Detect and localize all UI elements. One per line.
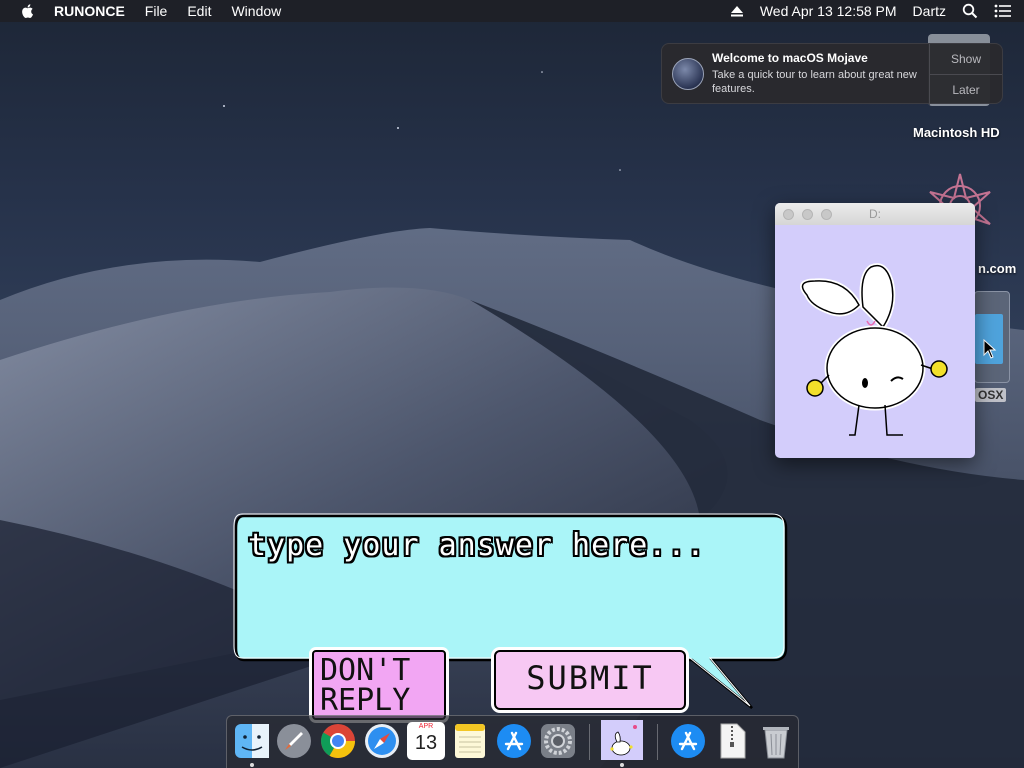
app-store-icon[interactable]	[495, 722, 533, 760]
calendar-day: 13	[414, 732, 438, 754]
osx-folder-label[interactable]: OSX	[975, 388, 1007, 402]
safari-icon[interactable]	[363, 722, 401, 760]
dock-separator	[589, 724, 590, 760]
window-title: D:	[869, 207, 881, 221]
menu-bar-extras: Wed Apr 13 12:58 PM Dartz	[730, 0, 1012, 22]
show-button[interactable]: Show	[930, 44, 1002, 75]
mojave-icon	[672, 58, 704, 90]
clock[interactable]: Wed Apr 13 12:58 PM	[760, 3, 897, 19]
mouse-cursor-icon	[983, 339, 997, 359]
notes-icon[interactable]	[451, 722, 489, 760]
notification-title: Welcome to macOS Mojave	[712, 51, 868, 65]
menu-file[interactable]: File	[145, 3, 168, 19]
later-button[interactable]: Later	[930, 75, 1002, 105]
apple-menu-icon[interactable]	[20, 3, 36, 19]
calendar-icon[interactable]: APR 13	[407, 722, 445, 760]
menu-bar: RUNONCE File Edit Window Wed Apr 13 12:5…	[0, 0, 1024, 22]
menu-window[interactable]: Window	[231, 3, 281, 19]
applications-folder-icon[interactable]	[669, 722, 707, 760]
spotlight-search-icon[interactable]	[962, 3, 978, 19]
mojave-welcome-notification[interactable]: Welcome to macOS Mojave Take a quick tou…	[661, 43, 1003, 105]
calendar-month: APR	[418, 723, 434, 730]
finder-running-indicator	[250, 763, 254, 767]
bunny-character-icon	[800, 263, 948, 436]
dont-reply-button[interactable]: DON'T REPLY	[312, 650, 446, 720]
runonce-running-indicator	[620, 763, 624, 767]
macintosh-hd-label[interactable]: Macintosh HD	[913, 125, 1000, 140]
website-file-label[interactable]: n.com	[978, 261, 1016, 276]
system-preferences-icon[interactable]	[539, 722, 577, 760]
notification-actions: Show Later	[929, 44, 1002, 105]
zip-archive-icon[interactable]	[713, 722, 751, 760]
notification-center-icon[interactable]	[994, 4, 1012, 18]
d-window[interactable]: D:	[775, 203, 975, 458]
user-menu[interactable]: Dartz	[913, 3, 946, 19]
finder-icon[interactable]	[233, 722, 271, 760]
osx-folder-icon[interactable]	[974, 291, 1010, 383]
dock: APR 13	[226, 715, 799, 768]
window-titlebar[interactable]: D:	[775, 203, 975, 225]
app-name-menu[interactable]: RUNONCE	[54, 3, 125, 19]
eject-icon[interactable]	[730, 4, 744, 18]
notification-body: Take a quick tour to learn about great n…	[712, 69, 917, 95]
answer-input[interactable]: type your answer here...	[248, 528, 705, 563]
dock-separator	[657, 724, 658, 760]
launchpad-icon[interactable]	[275, 722, 313, 760]
submit-button[interactable]: SUBMIT	[494, 650, 686, 710]
trash-icon[interactable]	[757, 722, 795, 760]
menu-edit[interactable]: Edit	[187, 3, 211, 19]
runonce-app-icon[interactable]	[601, 720, 643, 760]
chrome-icon[interactable]	[319, 722, 357, 760]
